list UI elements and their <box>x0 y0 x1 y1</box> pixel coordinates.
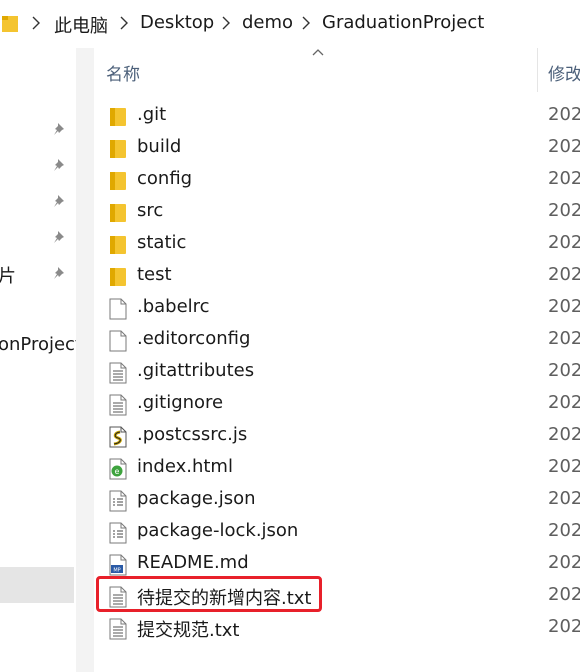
json-file-icon <box>108 522 128 544</box>
chevron-right-icon[interactable] <box>32 16 40 30</box>
file-row[interactable]: .babelrc 202 <box>94 292 580 324</box>
pin-icon[interactable] <box>52 121 68 137</box>
file-date-modified: 202 <box>548 264 580 285</box>
column-header-name[interactable]: 名称 <box>106 60 140 85</box>
blank-file-icon <box>108 298 128 320</box>
js-file-icon <box>108 426 128 448</box>
file-date-modified: 202 <box>548 104 580 125</box>
file-row[interactable]: e index.html 202 <box>94 452 580 484</box>
file-date-modified: 202 <box>548 488 580 509</box>
sort-ascending-icon <box>312 49 324 56</box>
file-row[interactable]: static 202 <box>94 228 580 260</box>
highlight-box <box>96 576 322 612</box>
folder-icon <box>2 16 18 32</box>
sidebar-selected-item[interactable] <box>0 567 74 603</box>
file-row[interactable]: test 202 <box>94 260 580 292</box>
file-name[interactable]: .postcssrc.js <box>137 424 247 445</box>
file-name[interactable]: .babelrc <box>137 296 210 317</box>
folder-icon <box>108 170 128 192</box>
folder-icon <box>108 202 128 224</box>
file-name[interactable]: .gitignore <box>137 392 223 413</box>
column-divider[interactable] <box>537 48 538 92</box>
json-file-icon <box>108 490 128 512</box>
file-row[interactable]: src 202 <box>94 196 580 228</box>
file-name[interactable]: src <box>137 200 163 221</box>
pin-icon[interactable] <box>52 193 68 209</box>
text-file-icon <box>108 362 128 384</box>
file-row[interactable]: .editorconfig 202 <box>94 324 580 356</box>
column-header-modified[interactable]: 修改 <box>548 60 580 85</box>
html-file-icon: e <box>108 458 128 480</box>
file-date-modified: 202 <box>548 296 580 317</box>
file-row[interactable]: 提交规范.txt 202 <box>94 612 580 644</box>
file-date-modified: 202 <box>548 424 580 445</box>
file-name[interactable]: package.json <box>137 488 256 509</box>
folder-icon <box>108 138 128 160</box>
file-date-modified: 202 <box>548 392 580 413</box>
file-date-modified: 202 <box>548 168 580 189</box>
file-date-modified: 202 <box>548 552 580 573</box>
address-bar[interactable]: 此电脑 Desktop demo GraduationProject <box>0 0 580 49</box>
sidebar-item-graduation-project[interactable]: onProject <box>0 334 82 355</box>
file-row[interactable]: .postcssrc.js 202 <box>94 420 580 452</box>
folder-icon <box>108 106 128 128</box>
file-row[interactable]: config 202 <box>94 164 580 196</box>
file-date-modified: 202 <box>548 136 580 157</box>
file-name[interactable]: .gitattributes <box>137 360 254 381</box>
chevron-right-icon[interactable] <box>120 16 128 30</box>
file-name[interactable]: config <box>137 168 192 189</box>
file-row[interactable]: package-lock.json 202 <box>94 516 580 548</box>
svg-text:e: e <box>115 467 120 476</box>
navigation-pane[interactable]: 片 onProject <box>0 48 82 672</box>
folder-icon <box>108 266 128 288</box>
file-date-modified: 202 <box>548 328 580 349</box>
breadcrumb-demo[interactable]: demo <box>242 12 293 33</box>
breadcrumb-this-pc[interactable]: 此电脑 <box>54 12 108 38</box>
chevron-right-icon[interactable] <box>222 16 230 30</box>
file-row[interactable]: package.json 202 <box>94 484 580 516</box>
file-name[interactable]: static <box>137 232 186 253</box>
pin-icon[interactable] <box>52 229 68 245</box>
file-name[interactable]: index.html <box>137 456 233 477</box>
file-date-modified: 202 <box>548 584 580 605</box>
sidebar-item-label[interactable]: 片 <box>0 262 16 288</box>
chevron-right-icon[interactable] <box>302 16 310 30</box>
pin-icon[interactable] <box>52 265 68 281</box>
file-date-modified: 202 <box>548 232 580 253</box>
file-name[interactable]: test <box>137 264 172 285</box>
breadcrumb-desktop[interactable]: Desktop <box>140 12 214 33</box>
file-date-modified: 202 <box>548 360 580 381</box>
file-row[interactable]: .gitattributes 202 <box>94 356 580 388</box>
file-name[interactable]: build <box>137 136 181 157</box>
text-file-icon <box>108 618 128 640</box>
breadcrumb-graduation-project[interactable]: GraduationProject <box>322 12 484 33</box>
md-file-icon: MP <box>108 554 128 576</box>
file-date-modified: 202 <box>548 456 580 477</box>
svg-text:MP: MP <box>113 568 120 574</box>
file-name[interactable]: 提交规范.txt <box>137 616 240 642</box>
file-name[interactable]: .git <box>137 104 166 125</box>
file-date-modified: 202 <box>548 200 580 221</box>
sidebar-scrollbar[interactable] <box>76 48 94 672</box>
text-file-icon <box>108 394 128 416</box>
file-date-modified: 202 <box>548 520 580 541</box>
file-date-modified: 202 <box>548 616 580 637</box>
file-row[interactable]: .gitignore 202 <box>94 388 580 420</box>
folder-icon <box>108 234 128 256</box>
file-row[interactable]: .git 202 <box>94 100 580 132</box>
file-name[interactable]: package-lock.json <box>137 520 298 541</box>
file-row[interactable]: build 202 <box>94 132 580 164</box>
blank-file-icon <box>108 330 128 352</box>
file-name[interactable]: README.md <box>137 552 249 573</box>
pin-icon[interactable] <box>52 157 68 173</box>
file-name[interactable]: .editorconfig <box>137 328 250 349</box>
